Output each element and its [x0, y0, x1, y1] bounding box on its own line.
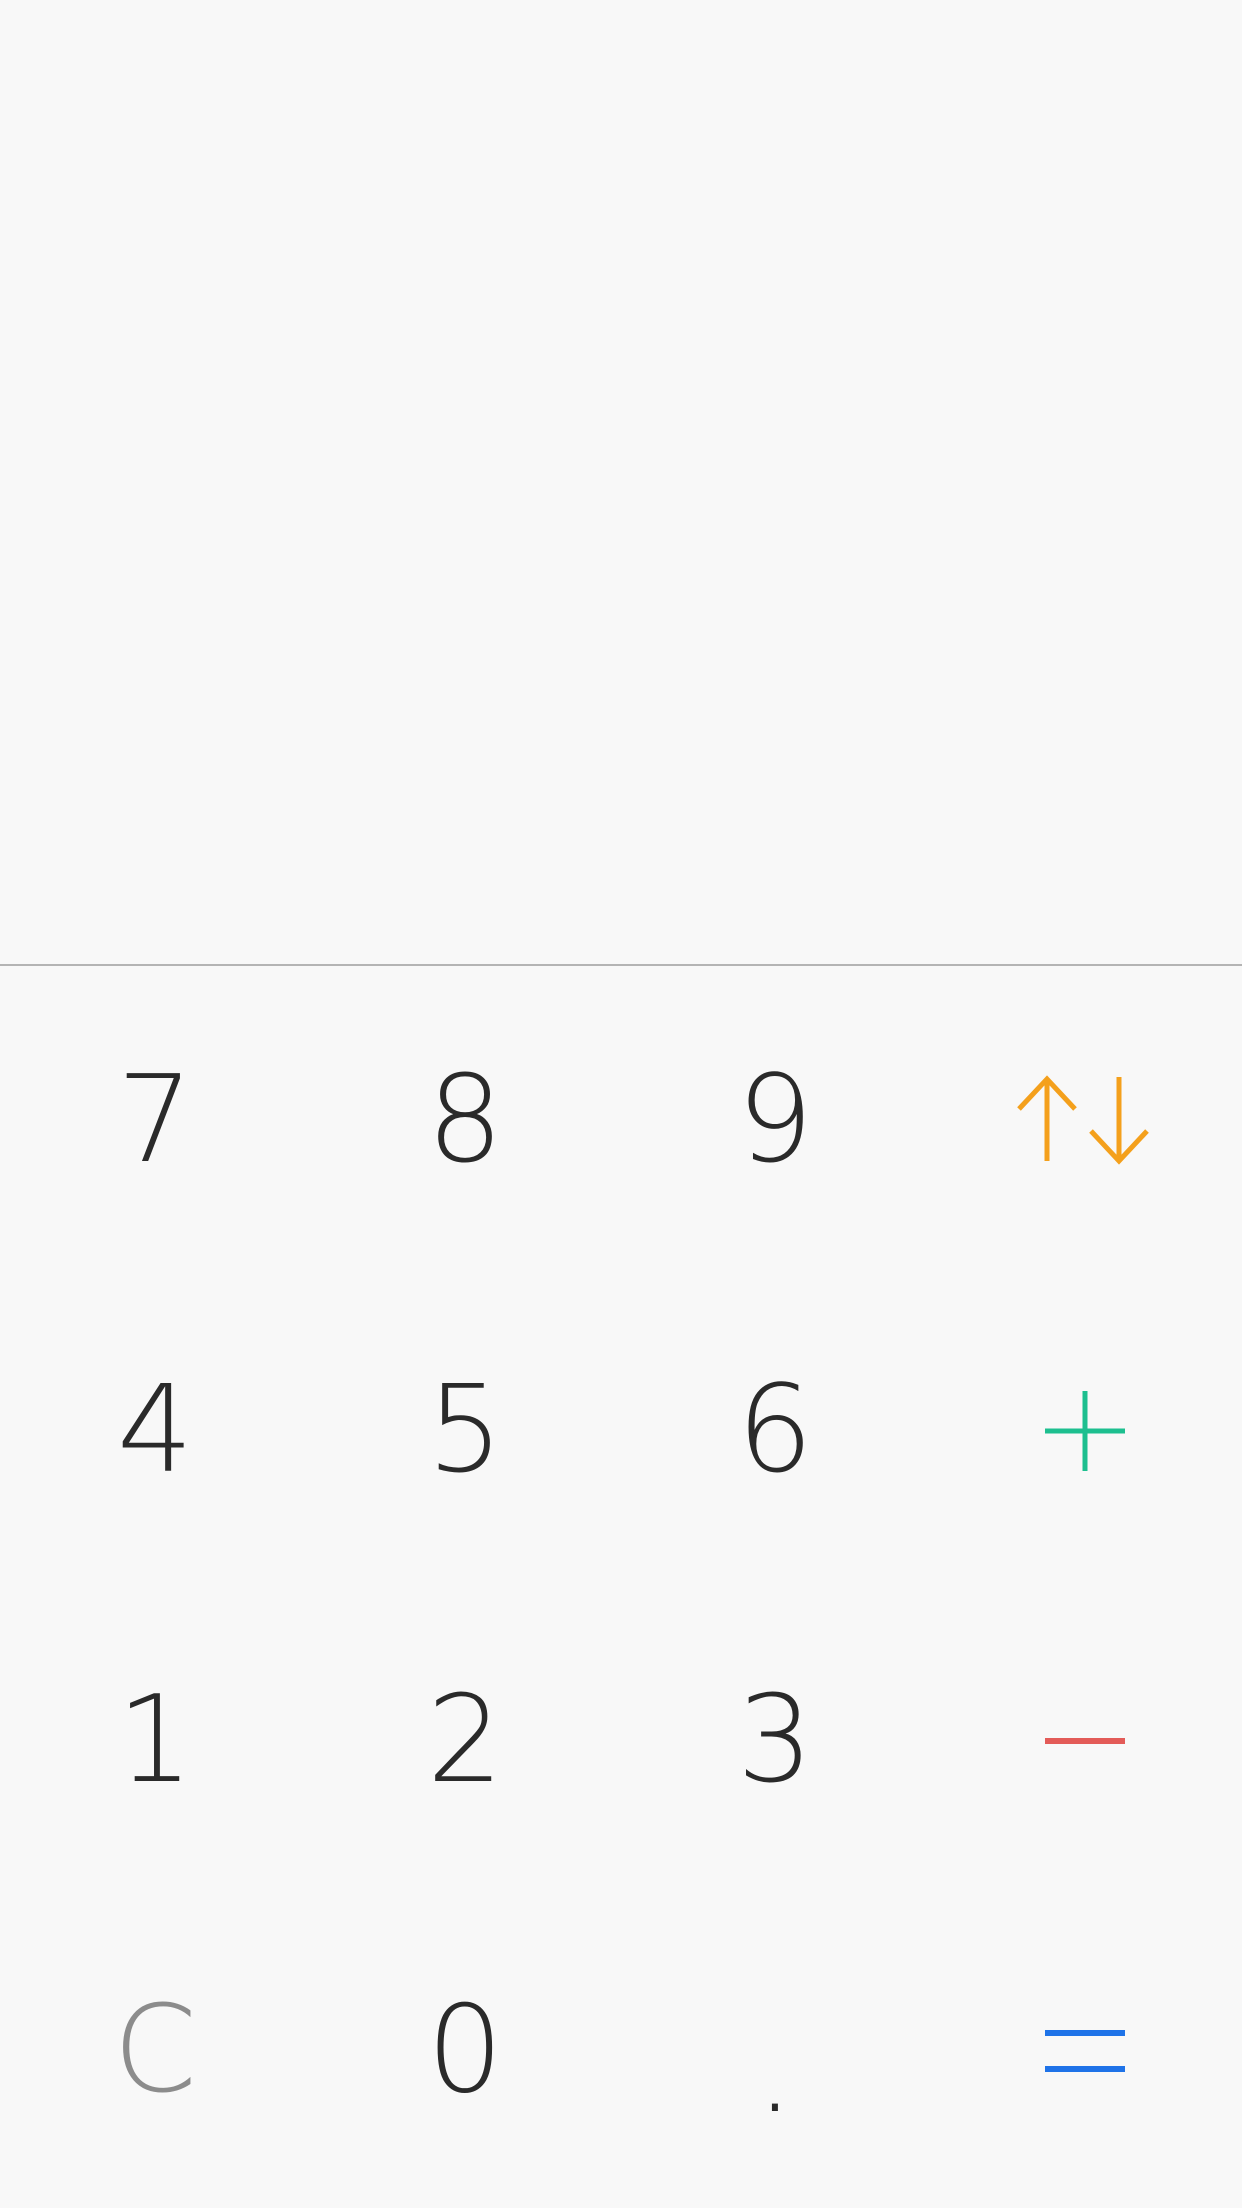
key-0[interactable]: 0 — [310, 1896, 620, 2206]
key-1-label: 1 — [116, 1671, 194, 1810]
key-8[interactable]: 8 — [310, 966, 620, 1276]
minus-button[interactable] — [930, 1586, 1240, 1896]
plus-icon — [1045, 1391, 1125, 1471]
clear-button[interactable]: C — [0, 1896, 310, 2206]
minus-icon — [1045, 1738, 1125, 1744]
key-9[interactable]: 9 — [620, 966, 930, 1276]
key-9-label: 9 — [736, 1051, 814, 1190]
decimal-label: . — [755, 2001, 795, 2140]
equals-button[interactable] — [930, 1896, 1240, 2206]
key-2[interactable]: 2 — [310, 1586, 620, 1896]
key-0-label: 0 — [426, 1981, 504, 2120]
calculator-display — [0, 0, 1242, 966]
key-3-label: 3 — [736, 1671, 814, 1810]
key-2-label: 2 — [426, 1671, 504, 1810]
decimal-button[interactable]: . — [620, 1896, 930, 2206]
calculator-app: 7 8 9 4 5 6 1 2 3 C 0 . — [0, 0, 1242, 2208]
keypad: 7 8 9 4 5 6 1 2 3 C 0 . — [0, 966, 1242, 2208]
key-8-label: 8 — [426, 1051, 504, 1190]
key-5-label: 5 — [426, 1361, 504, 1500]
key-4-label: 4 — [116, 1361, 194, 1500]
key-7-label: 7 — [116, 1051, 194, 1190]
clear-label: C — [113, 1981, 197, 2120]
key-4[interactable]: 4 — [0, 1276, 310, 1586]
key-1[interactable]: 1 — [0, 1586, 310, 1896]
swap-button[interactable] — [930, 966, 1240, 1276]
plus-button[interactable] — [930, 1276, 1240, 1586]
key-7[interactable]: 7 — [0, 966, 310, 1276]
key-6-label: 6 — [736, 1361, 814, 1500]
key-5[interactable]: 5 — [310, 1276, 620, 1586]
key-3[interactable]: 3 — [620, 1586, 930, 1896]
key-6[interactable]: 6 — [620, 1276, 930, 1586]
swap-arrows-icon — [1017, 1075, 1149, 1165]
equals-icon — [1045, 2030, 1125, 2072]
